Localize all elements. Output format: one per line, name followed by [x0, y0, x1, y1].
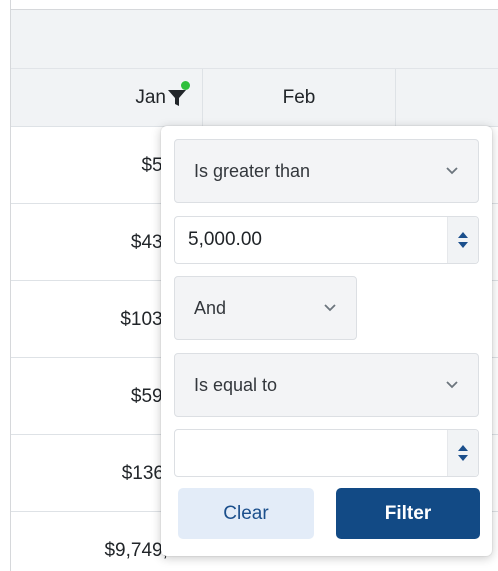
- second-operator-dropdown[interactable]: Is equal to: [174, 353, 479, 417]
- column-header-next[interactable]: [396, 69, 498, 127]
- group-header-row: [11, 10, 498, 69]
- first-value-spinner[interactable]: [447, 217, 478, 263]
- filter-button[interactable]: Filter: [336, 488, 480, 539]
- logic-operator-dropdown[interactable]: And: [174, 276, 357, 340]
- column-header-jan[interactable]: Jan: [11, 69, 203, 127]
- first-value-input[interactable]: 5,000.00: [174, 216, 479, 264]
- logic-operator-value: And: [194, 297, 227, 318]
- second-value-input[interactable]: [174, 429, 479, 477]
- chevron-down-icon: [324, 304, 336, 312]
- filter-icon[interactable]: [168, 81, 190, 108]
- second-operator-value: Is equal to: [194, 374, 278, 395]
- first-value-text: 5,000.00: [188, 229, 262, 250]
- column-header-jan-label: Jan: [135, 87, 166, 108]
- grid-frame: Jan Feb $5,05 $43,55 s $103,74 $59,05 s …: [0, 0, 498, 571]
- clear-button[interactable]: Clear: [178, 488, 314, 539]
- chevron-down-icon: [446, 381, 458, 389]
- spinner-down-icon[interactable]: [458, 242, 468, 248]
- first-operator-value: Is greater than: [194, 160, 311, 181]
- column-header-row: Jan Feb: [11, 69, 498, 127]
- spinner-down-icon[interactable]: [458, 455, 468, 461]
- filter-funnel-shape: [168, 90, 186, 106]
- column-header-feb[interactable]: Feb: [203, 69, 396, 127]
- spinner-up-icon[interactable]: [458, 232, 468, 238]
- first-operator-dropdown[interactable]: Is greater than: [174, 139, 479, 203]
- spinner-up-icon[interactable]: [458, 445, 468, 451]
- filter-menu-popup: Is greater than 5,000.00 And Is equal to: [161, 126, 492, 556]
- column-header-feb-label: Feb: [282, 87, 316, 108]
- second-value-spinner[interactable]: [447, 430, 478, 476]
- filter-active-indicator: [181, 81, 190, 90]
- chevron-down-icon: [446, 167, 458, 175]
